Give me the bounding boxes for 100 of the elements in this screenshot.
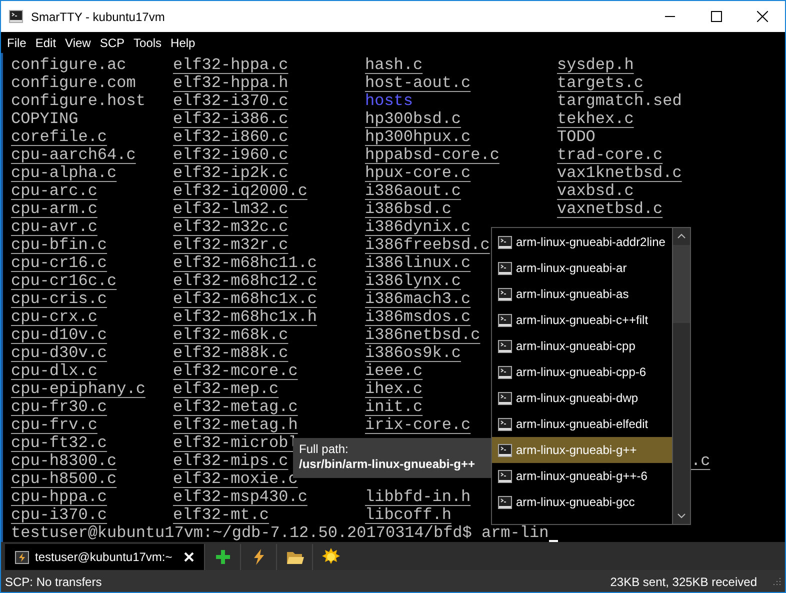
file-name: cpu-d10v.c [11, 326, 108, 344]
file-name: cpu-fr30.c [11, 398, 108, 416]
file-name: elf32-i370.c [173, 92, 288, 110]
plus-icon [214, 549, 231, 565]
terminal-icon [498, 496, 512, 508]
close-icon[interactable] [184, 552, 194, 562]
file-name: cpu-d30v.c [11, 344, 108, 362]
terminal-icon [498, 418, 512, 430]
scrollbar[interactable] [672, 228, 690, 524]
completion-item[interactable]: arm-linux-gnueabi-g++ [492, 437, 672, 463]
menu-item[interactable]: File [3, 34, 30, 52]
file-name: elf32-mep.c [173, 380, 279, 398]
terminal-icon [498, 236, 512, 248]
folder-icon [286, 550, 304, 564]
file-name: vaxbsd.c [557, 182, 634, 200]
tooltip-path: /usr/bin/arm-linux-gnueabi-g++ [299, 457, 476, 472]
session-tab[interactable]: testuser@kubuntu17vm:~ [5, 544, 204, 570]
terminal-icon [498, 366, 512, 378]
terminal-icon [498, 444, 512, 456]
file-name: elf32-metag.h [173, 416, 298, 434]
terminal-icon [498, 392, 512, 404]
file-name: elf32-hppa.c [173, 56, 288, 74]
file-name: hash.c [365, 56, 423, 74]
menu-item[interactable]: SCP [96, 34, 129, 52]
tooltip-label: Full path: [299, 442, 350, 457]
file-name: cpu-bfin.c [11, 236, 108, 254]
file-name: cpu-cr16c.c [11, 272, 117, 290]
file-name: elf32-mcore.c [173, 362, 298, 380]
file-name: elf32-hppa.h [173, 74, 288, 92]
menu-item[interactable]: Edit [31, 34, 60, 52]
file-name: configure.host [11, 92, 146, 110]
file-name: elf32-iq2000.c [173, 182, 308, 200]
file-name: hp300hpux.c [365, 128, 471, 146]
terminal-icon [498, 262, 512, 274]
file-name: host-aout.c [365, 74, 471, 92]
file-name: elf32-msp430.c [173, 488, 308, 506]
file-name: init.c [365, 398, 423, 416]
file-name: configure.com [11, 74, 136, 92]
terminal-icon [498, 340, 512, 352]
file-name: i386lynx.c [365, 272, 462, 290]
scrollbar-thumb[interactable] [673, 245, 690, 323]
file-name: i386dynix.c [365, 218, 471, 236]
menu-item[interactable]: Tools [130, 34, 166, 52]
file-name: cpu-frv.c [11, 416, 98, 434]
file-name: sysdep.h [557, 56, 634, 74]
file-name: cpu-epiphany.c [11, 380, 146, 398]
file-name: cpu-dlx.c [11, 362, 98, 380]
file-name: elf32-mt.c [173, 506, 270, 524]
file-name: elf32-i860.c [173, 128, 288, 146]
file-name: corefile.c [11, 128, 108, 146]
file-name: vaxnetbsd.c [557, 200, 663, 218]
file-name: elf32-m88k.c [173, 344, 288, 362]
terminal-icon [9, 10, 23, 23]
file-name: TODO [557, 128, 596, 146]
file-name: i386aout.c [365, 182, 462, 200]
menu-item[interactable]: Help [166, 34, 200, 52]
file-name: cpu-h8300.c [11, 452, 117, 470]
file-name: trad-core.c [557, 146, 663, 164]
minimize-icon [665, 16, 675, 17]
file-name: elf32-i960.c [173, 146, 288, 164]
file-name: cpu-arc.c [11, 182, 98, 200]
file-name: i386linux.c [365, 254, 471, 272]
file-name: elf32-m68hc1x.c [173, 290, 318, 308]
file-name: targets.c [557, 74, 644, 92]
file-name: cpu-cr16.c [11, 254, 108, 272]
file-name: elf32-m32c.c [173, 218, 288, 236]
file-name: cpu-hppa.c [11, 488, 108, 506]
file-name: hp300bsd.c [365, 110, 462, 128]
file-name: cpu-arm.c [11, 200, 98, 218]
resize-grip-icon [771, 577, 781, 587]
sun-icon [322, 548, 340, 566]
file-name: hpux-core.c [365, 164, 471, 182]
status-text: 23KB sent, 325KB received [610, 574, 757, 591]
file-name: libcoff.h [365, 506, 452, 524]
file-name: irix-core.c [365, 416, 471, 434]
command-prompt: testuser@kubuntu17vm:~/gdb-7.12.50.20170314/bfd$ arm-lin [11, 524, 549, 542]
status-text: SCP: No transfers [5, 574, 102, 591]
menu-item[interactable]: View [61, 34, 95, 52]
file-name: i386freebsd.c [365, 236, 490, 254]
file-name: elf32-moxie.c [173, 470, 298, 488]
file-name: i386bsd.c [365, 200, 452, 218]
file-name: .c [691, 452, 710, 470]
terminal-icon [498, 314, 512, 326]
file-name: elf32-microbl [173, 434, 298, 452]
file-name: cpu-h8500.c [11, 470, 117, 488]
file-name: elf32-i386.c [173, 110, 288, 128]
file-name: configure.ac [11, 56, 126, 74]
file-name: tekhex.c [557, 110, 634, 128]
text-cursor [548, 540, 558, 542]
file-name: cpu-cris.c [11, 290, 108, 308]
file-name: elf32-m68hc1x.h [173, 308, 318, 326]
file-name: elf32-mips.c [173, 452, 288, 470]
file-name: cpu-i370.c [11, 506, 108, 524]
file-name: cpu-crx.c [11, 308, 98, 326]
close-icon [756, 11, 768, 22]
file-name: elf32-m32r.c [173, 236, 288, 254]
file-name: elf32-m68hc11.c [173, 254, 318, 272]
maximize-icon [710, 11, 722, 22]
file-name: elf32-lm32.c [173, 200, 288, 218]
file-name: elf32-ip2k.c [173, 164, 288, 182]
